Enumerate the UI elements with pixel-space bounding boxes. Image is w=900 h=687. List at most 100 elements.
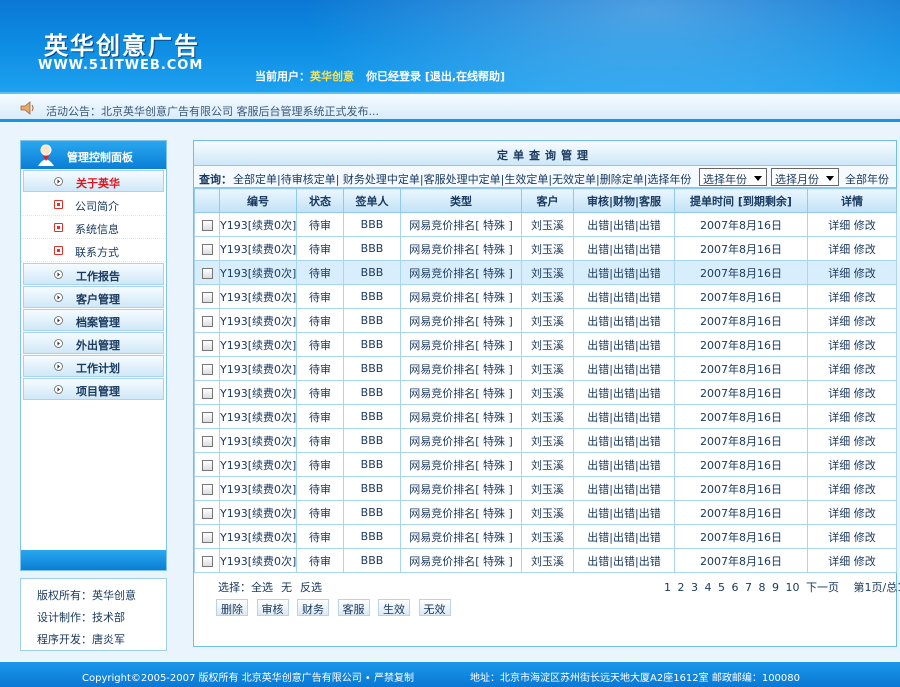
order-status: 待审 [296,404,344,429]
sidebar-group-label: 档案管理 [76,316,120,329]
sidebar-item-system-info[interactable]: 系统信息 [21,216,166,239]
row-checkbox[interactable] [201,315,213,327]
detail-link[interactable]: 详细 [828,411,850,424]
detail-link[interactable]: 详细 [828,387,850,400]
row-checkbox[interactable] [201,459,213,471]
detail-link[interactable]: 详细 [828,363,850,376]
page-link[interactable]: 6 [732,581,739,594]
all-years-link[interactable]: 全部年份 [845,171,889,187]
month-select[interactable]: 选择月份 [771,168,839,186]
row-checkbox[interactable] [201,483,213,495]
edit-link[interactable]: 修改 [854,483,876,496]
edit-link[interactable]: 修改 [854,531,876,544]
detail-link[interactable]: 详细 [828,243,850,256]
row-select-cell [194,476,220,501]
sidebar-group-project[interactable]: 项目管理 [23,378,164,400]
edit-link[interactable]: 修改 [854,315,876,328]
row-checkbox[interactable] [201,435,213,447]
page-link[interactable]: 9 [772,581,779,594]
sidebar-group-archive[interactable]: 档案管理 [23,309,164,331]
row-checkbox[interactable] [201,219,213,231]
page-link[interactable]: 3 [691,581,698,594]
sidebar-item-contact[interactable]: 联系方式 [21,239,166,262]
page-link[interactable]: 7 [745,581,752,594]
select-invert-link[interactable]: 反选 [300,581,322,594]
edit-link[interactable]: 修改 [854,387,876,400]
sidebar-group-work-report[interactable]: 工作报告 [23,263,164,285]
edit-link[interactable]: 修改 [854,411,876,424]
table-header-row: 编号 状态 签单人 类型 客户 审核|财物|客服 提单时间 [到期剩余] 详情 [194,188,897,213]
edit-link[interactable]: 修改 [854,243,876,256]
order-signer: BBB [343,428,401,453]
edit-link[interactable]: 修改 [854,339,876,352]
detail-link[interactable]: 详细 [828,339,850,352]
row-select-cell [194,404,220,429]
row-checkbox[interactable] [201,291,213,303]
sidebar-title: 管理控制面板 [67,151,133,164]
row-select-cell [194,428,220,453]
edit-link[interactable]: 修改 [854,291,876,304]
row-checkbox[interactable] [201,411,213,423]
query-label: 查询： [199,173,232,186]
page-link[interactable]: 5 [718,581,725,594]
edit-link[interactable]: 修改 [854,363,876,376]
order-client: 刘玉溪 [521,260,574,285]
review-button[interactable]: 审核 [256,599,289,616]
order-id: Y193[续费0次] [219,428,297,453]
order-signer: BBB [343,380,401,405]
page-link[interactable]: 10 [786,581,800,594]
edit-link[interactable]: 修改 [854,555,876,568]
detail-link[interactable]: 详细 [828,507,850,520]
edit-link[interactable]: 修改 [854,267,876,280]
detail-link[interactable]: 详细 [828,531,850,544]
finance-button[interactable]: 财务 [297,599,329,616]
arrow-right-icon [54,293,63,302]
detail-link[interactable]: 详细 [828,291,850,304]
edit-link[interactable]: 修改 [854,459,876,472]
order-status: 待审 [296,284,344,309]
row-checkbox[interactable] [201,507,213,519]
order-id: Y193[续费0次] [219,236,297,261]
select-none-link[interactable]: 无 [281,581,292,594]
row-checkbox[interactable] [201,243,213,255]
detail-link[interactable]: 详细 [828,267,850,280]
activate-button[interactable]: 生效 [378,599,410,616]
row-checkbox[interactable] [201,531,213,543]
page-link[interactable]: 1 [664,581,671,594]
detail-link[interactable]: 详细 [828,219,850,232]
filter-links[interactable]: 全部定单|待审核定单| 财务处理中定单|客服处理中定单|生效定单|无效定单|删除… [233,171,691,187]
edit-link[interactable]: 修改 [854,219,876,232]
row-checkbox[interactable] [201,363,213,375]
select-all-link[interactable]: 全选 [251,581,273,594]
year-select[interactable]: 选择年份 [699,168,767,186]
row-checkbox[interactable] [201,267,213,279]
row-checkbox[interactable] [201,387,213,399]
edit-link[interactable]: 修改 [854,507,876,520]
detail-link[interactable]: 详细 [828,459,850,472]
help-link[interactable]: 在线帮助] [456,70,505,83]
detail-link[interactable]: 详细 [828,435,850,448]
detail-link[interactable]: 详细 [828,315,850,328]
page-link[interactable]: 8 [759,581,766,594]
table-row: Y193[续费0次] 待审 BBB 网易竞价排名[ 特殊 ] 刘玉溪 出错|出错|出错 20… [194,500,897,525]
logo-title: 英华创意广告 [44,32,200,60]
row-checkbox[interactable] [201,339,213,351]
sidebar-group-outing[interactable]: 外出管理 [23,332,164,354]
row-select-cell [194,236,220,261]
sidebar-item-company-intro[interactable]: 公司简介 [21,193,166,216]
row-checkbox[interactable] [201,555,213,567]
invalidate-button[interactable]: 无效 [418,599,451,616]
next-page-link[interactable]: 下一页 [806,581,839,594]
order-signer: BBB [343,332,401,357]
sidebar-group-customer[interactable]: 客户管理 [23,286,164,308]
service-button[interactable]: 客服 [337,599,370,616]
edit-link[interactable]: 修改 [854,435,876,448]
sidebar-group-about[interactable]: 关于英华 [23,170,164,192]
delete-button[interactable]: 删除 [216,599,248,616]
detail-link[interactable]: 详细 [828,483,850,496]
logout-link[interactable]: [退出, [425,70,456,83]
detail-link[interactable]: 详细 [828,555,850,568]
sidebar-group-work-plan[interactable]: 工作计划 [23,355,164,377]
page-link[interactable]: 2 [678,581,685,594]
page-link[interactable]: 4 [705,581,712,594]
